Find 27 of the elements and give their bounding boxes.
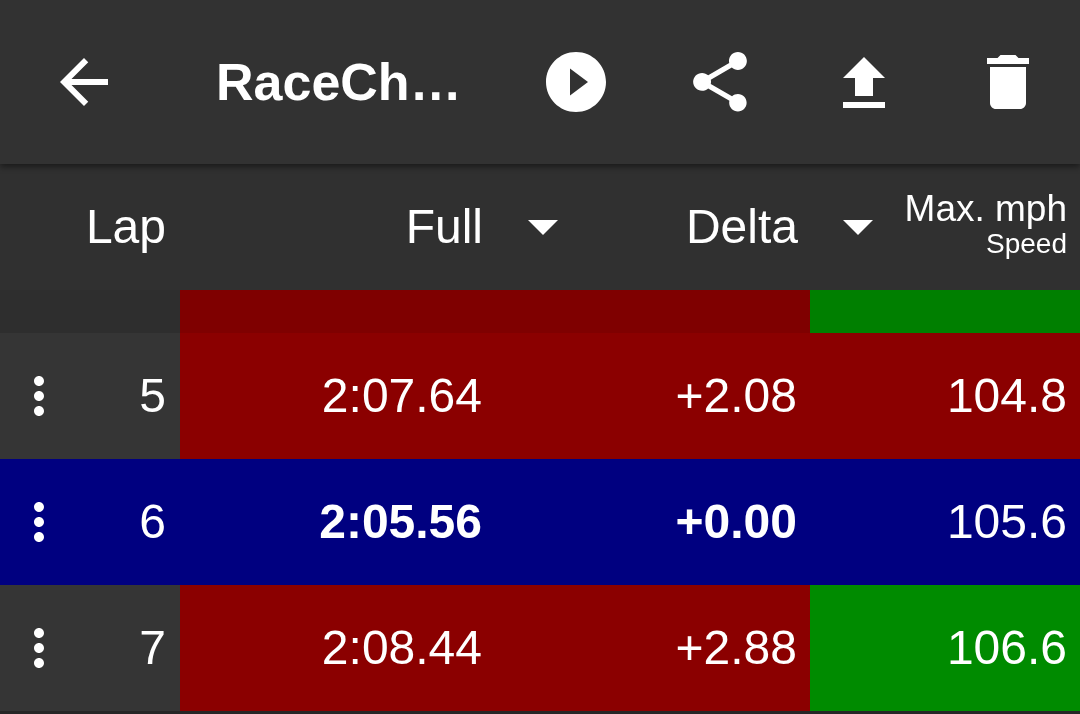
column-header: Max. mph	[904, 189, 1067, 229]
back-arrow-icon	[60, 58, 108, 106]
table-cell: 2:08.44	[180, 585, 495, 711]
table-cell: 2:07.64	[180, 333, 495, 459]
table-cell: 2:05.56	[180, 459, 495, 585]
column-dropdown[interactable]: Full	[405, 203, 558, 251]
vertical-dots-icon	[34, 502, 44, 542]
table-cell: 106.6	[810, 585, 1080, 711]
table-cell: 104.8	[810, 333, 1080, 459]
column-header: Lap	[85, 203, 166, 251]
caret-down-icon	[843, 219, 873, 235]
lap-number: 6	[139, 498, 166, 546]
trash-icon	[987, 55, 1029, 109]
app-title: RaceCh…	[216, 53, 462, 111]
lap-number: 7	[139, 624, 166, 672]
caret-down-icon	[528, 219, 558, 235]
column-subheader: Speed	[986, 229, 1067, 259]
upload-icon	[843, 56, 885, 108]
table-cell: +0.00	[495, 459, 810, 585]
vertical-dots-icon	[34, 376, 44, 416]
lap-number: 5	[139, 372, 166, 420]
table-cell: +2.08	[495, 333, 810, 459]
table-cell: +2.88	[495, 585, 810, 711]
column-dropdown[interactable]: Delta	[685, 203, 873, 251]
table-cell: 105.6	[810, 459, 1080, 585]
vertical-dots-icon	[34, 628, 44, 668]
share-icon	[693, 52, 747, 112]
